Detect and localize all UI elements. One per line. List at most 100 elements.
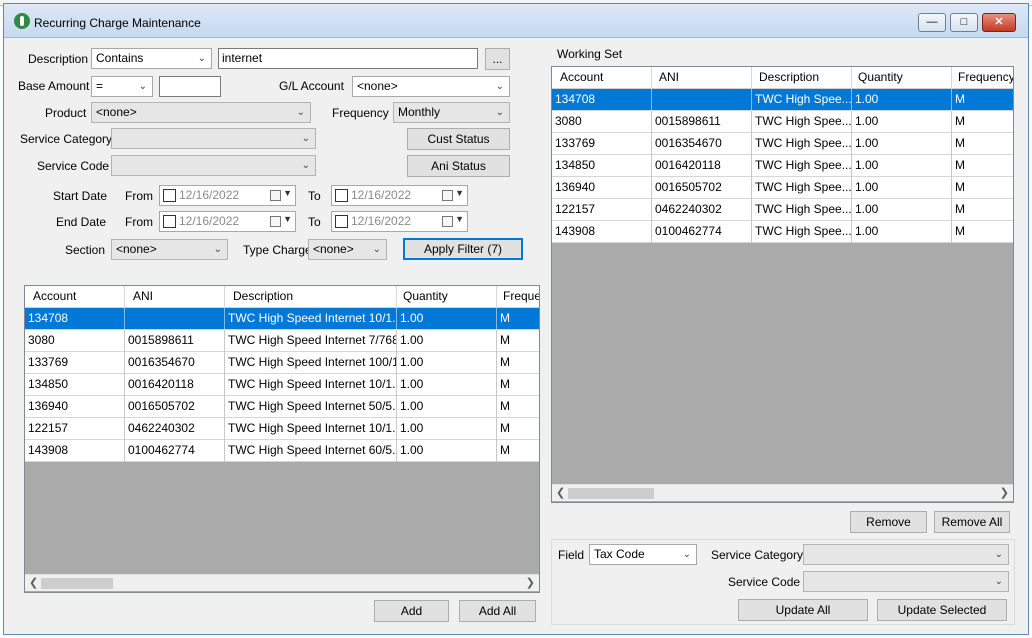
title-bar[interactable]: Recurring Charge Maintenance — □ ✕ bbox=[4, 4, 1028, 38]
chevron-down-icon: ⌄ bbox=[994, 549, 1003, 560]
type-charge-select[interactable]: <none> ⌄ bbox=[308, 239, 387, 260]
cell-frequency: M bbox=[500, 399, 510, 413]
column-header-frequency[interactable]: Freque bbox=[497, 286, 539, 308]
table-row[interactable]: 136940 0016505702 TWC High Spee... 1.00 M bbox=[552, 177, 1013, 199]
description-mode-select[interactable]: Contains ⌄ bbox=[91, 48, 212, 69]
table-row[interactable]: 133769 0016354670 TWC High Spee... 1.00 M bbox=[552, 133, 1013, 155]
cell-account: 143908 bbox=[552, 221, 652, 243]
cell-ani: 0100462774 bbox=[125, 440, 225, 462]
start-date-from-picker[interactable]: 12/16/2022 ▼ bbox=[159, 185, 296, 206]
update-all-button[interactable]: Update All bbox=[738, 599, 868, 621]
client-area: Description Contains ⌄ internet ... Base… bbox=[8, 38, 1026, 632]
cell-ani: 0100462774 bbox=[652, 221, 752, 243]
working-set-grid[interactable]: Account ANI Description Quantity Frequen… bbox=[551, 66, 1014, 503]
add-all-button[interactable]: Add All bbox=[459, 600, 536, 622]
start-date-to-picker[interactable]: 12/16/2022 ▼ bbox=[331, 185, 468, 206]
table-row[interactable]: 134708 TWC High Speed Internet 10/1... 1.0… bbox=[25, 308, 539, 330]
cell-quantity: 1.00 bbox=[397, 418, 497, 440]
maximize-button[interactable]: □ bbox=[950, 13, 978, 32]
end-date-to-picker[interactable]: 12/16/2022 ▼ bbox=[331, 211, 468, 232]
filter-results-grid[interactable]: Account ANI Description Quantity Freque … bbox=[24, 285, 540, 593]
cell-description: TWC High Spee... bbox=[752, 155, 852, 177]
scroll-left-icon[interactable]: ❮ bbox=[29, 576, 38, 589]
column-header-description[interactable]: Description bbox=[225, 286, 397, 308]
cell-quantity: 1.00 bbox=[397, 396, 497, 418]
close-button[interactable]: ✕ bbox=[982, 13, 1016, 32]
table-row[interactable]: 134850 0016420118 TWC High Speed Internet … bbox=[25, 374, 539, 396]
start-from-checkbox[interactable] bbox=[163, 189, 176, 202]
column-header-quantity[interactable]: Quantity bbox=[397, 286, 497, 308]
update-selected-button[interactable]: Update Selected bbox=[877, 599, 1007, 621]
scroll-left-icon[interactable]: ❮ bbox=[556, 486, 565, 499]
cell-quantity: 1.00 bbox=[852, 133, 952, 155]
working-set-horizontal-scrollbar[interactable]: ❮ ❯ bbox=[552, 484, 1013, 501]
chevron-down-icon: ⌄ bbox=[495, 107, 504, 118]
ani-status-button[interactable]: Ani Status bbox=[407, 155, 510, 177]
column-header-account[interactable]: Account bbox=[25, 286, 125, 308]
service-code-select[interactable]: ⌄ bbox=[111, 155, 316, 176]
scroll-thumb[interactable] bbox=[41, 578, 113, 589]
scroll-right-icon[interactable]: ❯ bbox=[1000, 486, 1009, 499]
chevron-down-icon: ⌄ bbox=[296, 107, 305, 118]
cell-quantity: 1.00 bbox=[852, 177, 952, 199]
base-amount-operator-select[interactable]: = ⌄ bbox=[91, 76, 153, 97]
field-select[interactable]: Tax Code ⌄ bbox=[589, 544, 697, 565]
end-from-value: 12/16/2022 bbox=[179, 214, 240, 228]
base-amount-input[interactable] bbox=[159, 76, 221, 97]
working-header-row: Account ANI Description Quantity Frequen… bbox=[552, 67, 1013, 89]
table-row[interactable]: 3080 0015898611 TWC High Speed Internet 7/… bbox=[25, 330, 539, 352]
table-row[interactable]: 133769 0016354670 TWC High Speed Internet … bbox=[25, 352, 539, 374]
start-to-checkbox[interactable] bbox=[335, 189, 348, 202]
ws-column-header-description[interactable]: Description bbox=[752, 67, 852, 89]
ws-column-header-account[interactable]: Account bbox=[552, 67, 652, 89]
cell-ani: 0016505702 bbox=[125, 396, 225, 418]
service-category-select[interactable]: ⌄ bbox=[111, 128, 316, 149]
table-row[interactable]: 134850 0016420118 TWC High Spee... 1.00 M bbox=[552, 155, 1013, 177]
apply-filter-button[interactable]: Apply Filter (7) bbox=[403, 238, 523, 260]
cell-ani: 0462240302 bbox=[652, 199, 752, 221]
gl-account-select[interactable]: <none> ⌄ bbox=[352, 76, 510, 97]
end-to-checkbox[interactable] bbox=[335, 215, 348, 228]
table-row[interactable]: 3080 0015898611 TWC High Spee... 1.00 M bbox=[552, 111, 1013, 133]
results-horizontal-scrollbar[interactable]: ❮ ❯ bbox=[25, 574, 539, 591]
cell-quantity: 1.00 bbox=[852, 221, 952, 243]
window-title: Recurring Charge Maintenance bbox=[34, 16, 201, 30]
cell-account: 134850 bbox=[552, 155, 652, 177]
type-charge-label: Type Charge bbox=[243, 243, 312, 257]
ws-column-header-frequency[interactable]: Frequency bbox=[952, 67, 1013, 89]
table-row[interactable]: 122157 0462240302 TWC High Speed Internet … bbox=[25, 418, 539, 440]
table-row[interactable]: 143908 0100462774 TWC High Speed Internet … bbox=[25, 440, 539, 462]
minimize-icon: — bbox=[926, 16, 938, 28]
column-header-ani[interactable]: ANI bbox=[125, 286, 225, 308]
table-row[interactable]: 134708 TWC High Spee... 1.00 M bbox=[552, 89, 1013, 111]
recurring-charge-window: Recurring Charge Maintenance — □ ✕ Descr… bbox=[3, 3, 1029, 635]
update-service-code-select[interactable]: ⌄ bbox=[803, 571, 1009, 592]
scroll-right-icon[interactable]: ❯ bbox=[526, 576, 535, 589]
table-row[interactable]: 136940 0016505702 TWC High Speed Internet … bbox=[25, 396, 539, 418]
product-select[interactable]: <none> ⌄ bbox=[91, 102, 311, 123]
start-to-value: 12/16/2022 bbox=[351, 188, 412, 202]
cell-account: 122157 bbox=[25, 418, 125, 440]
remove-button[interactable]: Remove bbox=[850, 511, 927, 533]
table-row[interactable]: 143908 0100462774 TWC High Spee... 1.00 M bbox=[552, 221, 1013, 243]
table-row[interactable]: 122157 0462240302 TWC High Spee... 1.00 M bbox=[552, 199, 1013, 221]
cust-status-button[interactable]: Cust Status bbox=[407, 128, 510, 150]
cell-description: TWC High Speed Internet 10/1... bbox=[225, 374, 397, 396]
end-date-from-picker[interactable]: 12/16/2022 ▼ bbox=[159, 211, 296, 232]
update-service-category-select[interactable]: ⌄ bbox=[803, 544, 1009, 565]
ws-column-header-ani[interactable]: ANI bbox=[652, 67, 752, 89]
description-browse-button[interactable]: ... bbox=[485, 48, 510, 70]
description-mode-value: Contains bbox=[96, 51, 144, 65]
cell-description: TWC High Speed Internet 10/1... bbox=[225, 308, 397, 330]
update-service-category-label: Service Category bbox=[711, 548, 804, 562]
remove-all-button[interactable]: Remove All bbox=[934, 511, 1010, 533]
scroll-thumb[interactable] bbox=[568, 488, 654, 499]
frequency-select[interactable]: Monthly ⌄ bbox=[393, 102, 510, 123]
description-search-input[interactable]: internet bbox=[218, 48, 478, 69]
section-select[interactable]: <none> ⌄ bbox=[111, 239, 228, 260]
frequency-label: Frequency bbox=[332, 106, 389, 120]
add-button[interactable]: Add bbox=[374, 600, 449, 622]
minimize-button[interactable]: — bbox=[918, 13, 946, 32]
end-from-checkbox[interactable] bbox=[163, 215, 176, 228]
ws-column-header-quantity[interactable]: Quantity bbox=[852, 67, 952, 89]
